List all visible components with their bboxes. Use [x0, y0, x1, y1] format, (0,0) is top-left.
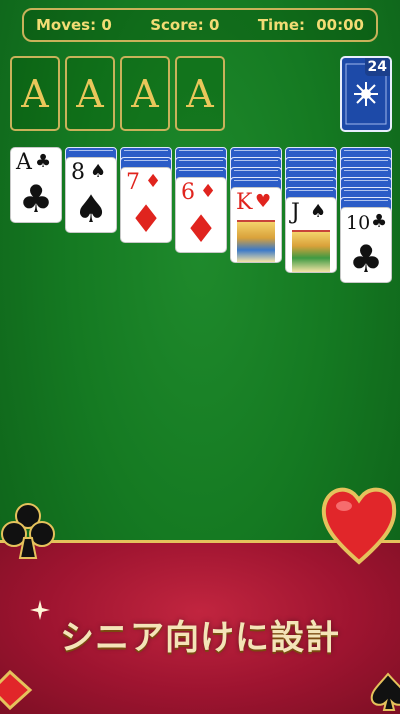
- foundation-pile-3[interactable]: A: [120, 56, 170, 131]
- diamonds-icon: ♦: [145, 171, 162, 192]
- moves-counter: Moves: 0: [36, 16, 112, 34]
- king-face-illustration: [237, 220, 275, 262]
- club-decoration-icon: [1, 503, 55, 559]
- clubs-icon: ♣: [35, 151, 52, 172]
- clubs-icon: ♣: [371, 211, 388, 232]
- status-bar: Moves: 0 Score: 0 Time: 00:00: [22, 8, 378, 42]
- foundation-placeholder-a: A: [131, 71, 159, 116]
- card-rank: A: [16, 150, 32, 175]
- diamond-decoration-icon: [0, 669, 33, 711]
- card-rank: 10: [346, 212, 371, 234]
- banner-headline: シニア向けに設計: [60, 618, 340, 658]
- timer: Time: 00:00: [258, 16, 364, 34]
- tableau-card-1[interactable]: A ♣ ♣: [10, 147, 62, 223]
- stock-pile[interactable]: 24: [340, 56, 392, 132]
- spades-icon: ♠: [310, 201, 327, 222]
- card-rank: J: [291, 200, 300, 225]
- diamonds-icon: ♦: [200, 181, 217, 202]
- timer-value: 00:00: [316, 16, 364, 34]
- foundation-placeholder-a: A: [186, 71, 214, 116]
- tableau-card-7[interactable]: 10 ♣ ♣: [340, 207, 392, 283]
- card-rank: 7: [126, 170, 140, 195]
- heart-decoration-icon: [321, 487, 397, 565]
- foundation-pile-2[interactable]: A: [65, 56, 115, 131]
- spade-decoration-icon: [370, 672, 400, 711]
- tableau-card-6[interactable]: J ♠: [285, 197, 337, 273]
- stock-count-badge: 24: [364, 58, 390, 76]
- spades-icon: ♠: [90, 161, 107, 182]
- timer-label: Time:: [257, 16, 306, 34]
- clubs-icon: ♣: [349, 237, 384, 281]
- diamonds-icon: ♦: [184, 207, 219, 251]
- foundation-pile-1[interactable]: A: [10, 56, 60, 131]
- tableau-card-2[interactable]: 8 ♠ ♠: [65, 157, 117, 233]
- tableau-card-3[interactable]: 7 ♦ ♦: [120, 167, 172, 243]
- foundation-placeholder-a: A: [21, 71, 49, 116]
- card-rank: 6: [181, 180, 195, 205]
- foundation-placeholder-a: A: [76, 71, 104, 116]
- card-rank: 8: [71, 160, 85, 185]
- score-counter: Score: 0: [150, 16, 220, 34]
- hearts-icon: ♥: [255, 191, 272, 212]
- diamonds-icon: ♦: [129, 197, 164, 241]
- jack-face-illustration: [292, 230, 330, 272]
- foundation-pile-4[interactable]: A: [175, 56, 225, 131]
- spades-icon: ♠: [74, 187, 109, 231]
- card-rank: K: [236, 190, 253, 215]
- tableau-card-4[interactable]: 6 ♦ ♦: [175, 177, 227, 253]
- clubs-icon: ♣: [19, 177, 54, 221]
- tableau-card-5[interactable]: K ♥: [230, 187, 282, 263]
